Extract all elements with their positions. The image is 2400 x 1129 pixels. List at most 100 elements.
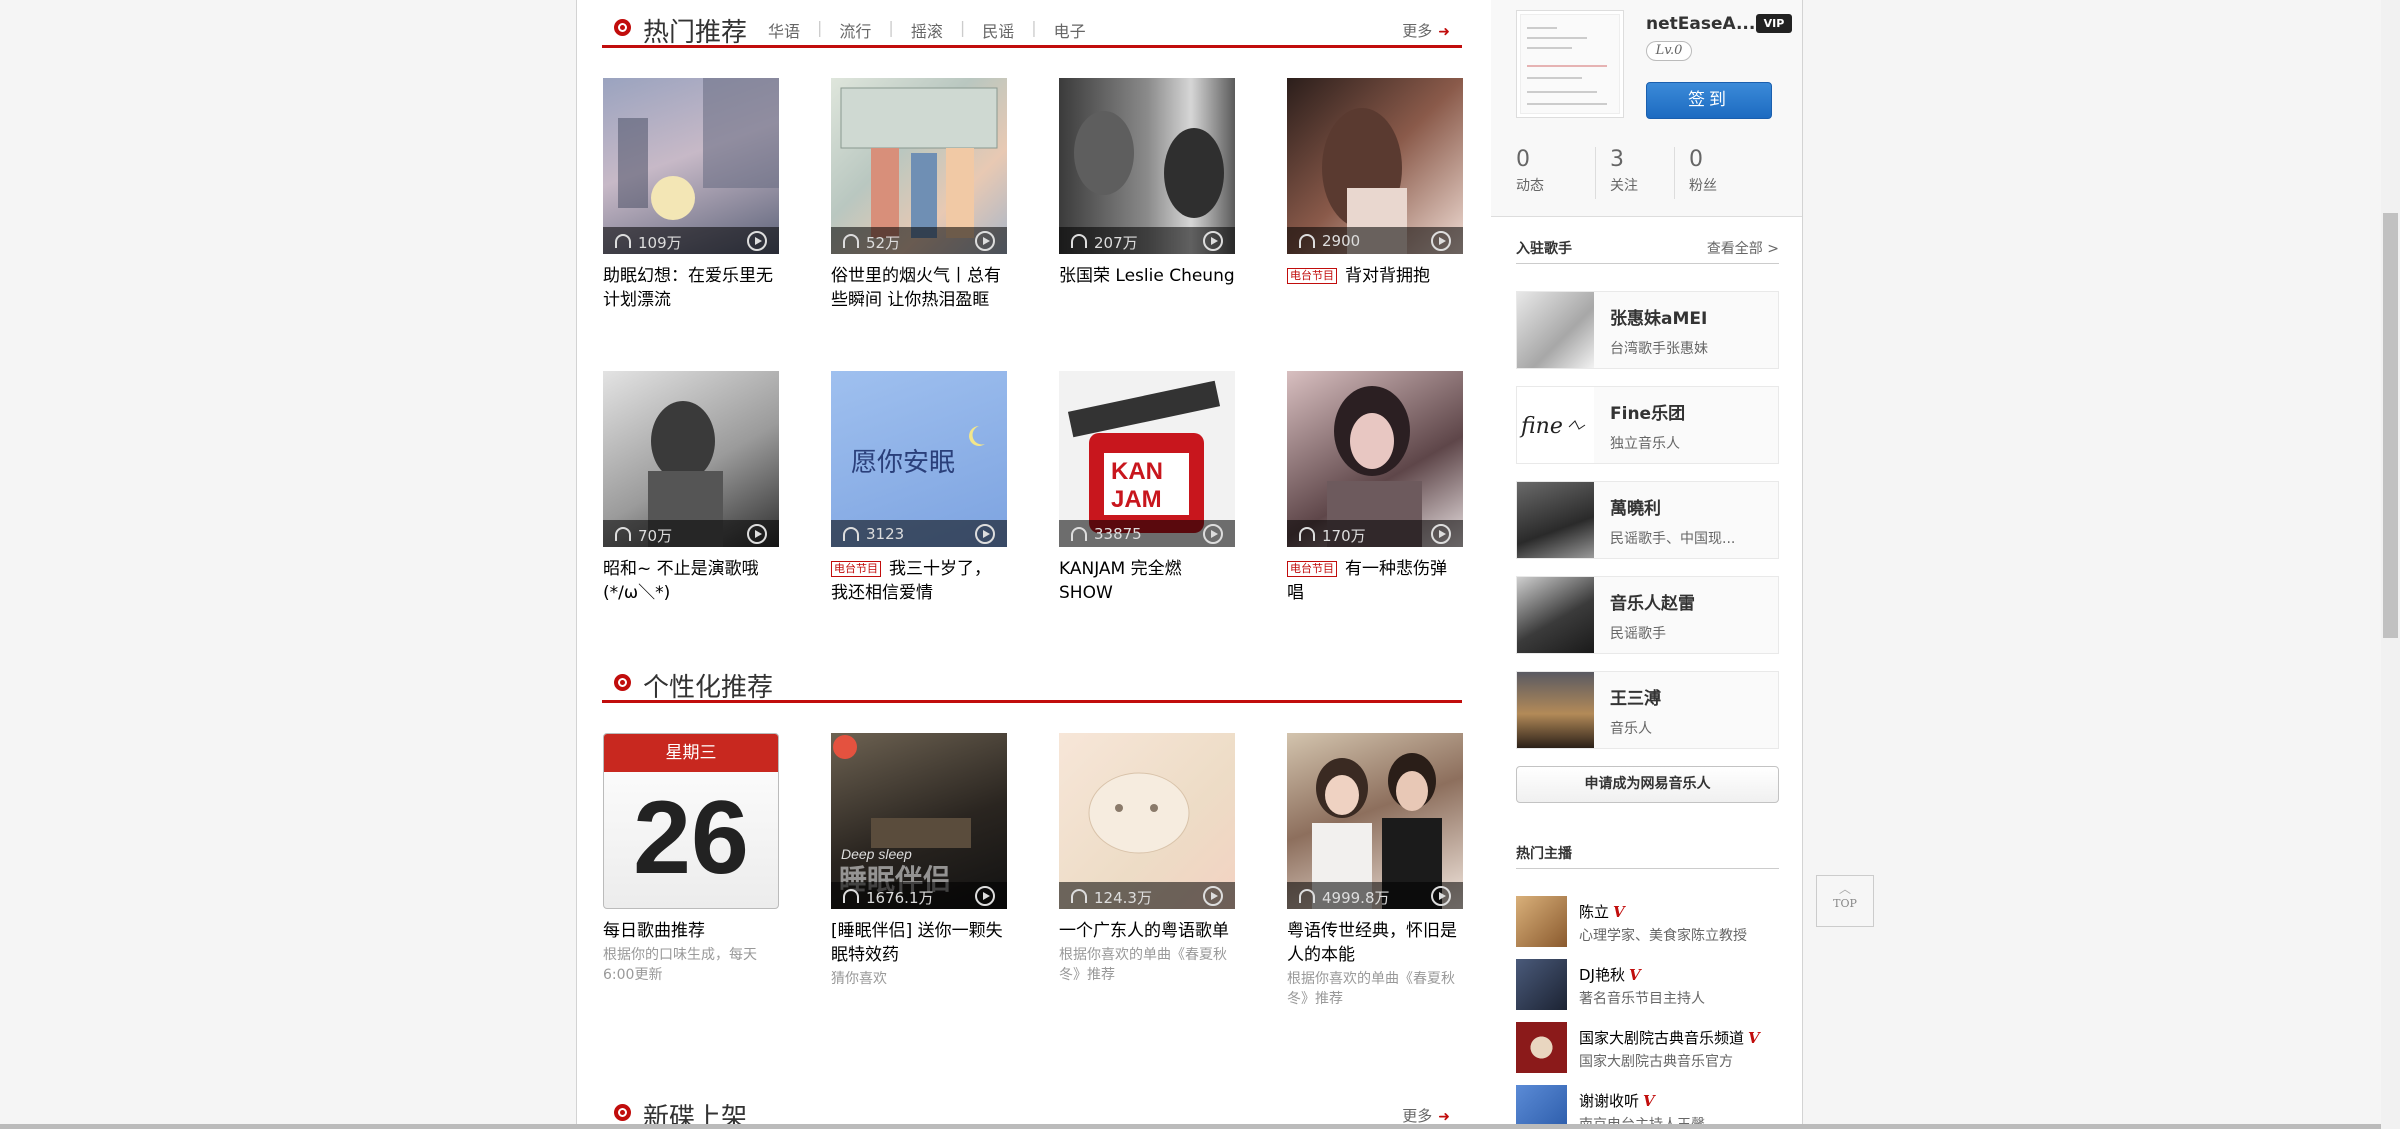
playlist-card[interactable]: 愿你安眠 3123 电台节目 我三十岁了，我还相信爱情 [831, 371, 1007, 605]
svg-text:KAN: KAN [1111, 458, 1163, 485]
stat-fans[interactable]: 0 粉丝 [1674, 147, 1753, 199]
play-icon[interactable] [1431, 231, 1451, 251]
vip-badge-icon[interactable]: VIP [1756, 14, 1792, 33]
recommend-desc: 根据你喜欢的单曲《春夏秋冬》推荐 [1059, 947, 1227, 983]
horizontal-scrollbar[interactable] [0, 1124, 2381, 1129]
play-icon[interactable] [1203, 524, 1223, 544]
tab-dianzi[interactable]: 电子 [1054, 18, 1086, 42]
recommend-name[interactable]: 粤语传世经典，怀旧是人的本能 [1287, 919, 1463, 967]
singer-item[interactable]: 张惠妹aMEI 台湾歌手张惠妹 [1516, 291, 1779, 369]
recommend-cover[interactable]: 4999.8万 [1287, 733, 1463, 909]
singer-item[interactable]: 音乐人赵雷 民谣歌手 [1516, 576, 1779, 654]
playlist-card[interactable]: 70万 昭和~ 不止是演歌哦 (*/ω＼*) [603, 371, 779, 605]
playlist-cover[interactable]: KAN JAM 33875 [1059, 371, 1235, 547]
singer-item[interactable]: fine Fine乐团 独立音乐人 [1516, 386, 1779, 464]
cover-stats-bar: 2900 [1287, 227, 1463, 254]
play-count: 33875 [1094, 525, 1142, 543]
anchor-desc: 国家大剧院古典音乐官方 [1579, 1054, 1733, 1070]
sign-in-button[interactable]: 签到 [1646, 82, 1772, 119]
playlist-name[interactable]: 昭和~ 不止是演歌哦 (*/ω＼*) [603, 557, 779, 605]
anchor-item[interactable]: DJ艳秋 V 著名音乐节目主持人 [1516, 959, 1779, 1013]
anchor-name: 国家大剧院古典音乐频道 V [1579, 1029, 1760, 1047]
anchor-item[interactable]: 国家大剧院古典音乐频道 V 国家大剧院古典音乐官方 [1516, 1022, 1779, 1076]
daily-recommend-card[interactable]: 星期三 26 每日歌曲推荐 根据你的口味生成，每天6:00更新 [603, 733, 779, 985]
playlist-name[interactable]: KANJAM 完全燃SHOW [1059, 557, 1235, 605]
stat-num: 0 [1689, 147, 1703, 172]
back-to-top-button[interactable]: ︿ TOP [1816, 875, 1874, 927]
playlist-cover[interactable]: 2900 [1287, 78, 1463, 254]
playlist-name[interactable]: 助眠幻想：在爱乐里无计划漂流 [603, 264, 779, 312]
personal-recommend-title[interactable]: 个性化推荐 [643, 667, 773, 704]
recommend-desc: 根据你喜欢的单曲《春夏秋冬》推荐 [1287, 971, 1455, 1007]
play-icon[interactable] [1431, 886, 1451, 906]
play-icon[interactable] [975, 231, 995, 251]
playlist-name[interactable]: 电台节目 背对背拥抱 [1287, 264, 1463, 288]
recommend-desc: 根据你的口味生成，每天6:00更新 [603, 947, 757, 983]
playlist-card[interactable]: 170万 电台节目 有一种悲伤弹唱 [1287, 371, 1463, 605]
playlist-card[interactable]: 207万 张国荣 Leslie Cheung [1059, 78, 1235, 288]
recommend-card[interactable]: 4999.8万 粤语传世经典，怀旧是人的本能 根据你喜欢的单曲《春夏秋冬》推荐 [1287, 733, 1463, 1009]
playlist-card[interactable]: 2900 电台节目 背对背拥抱 [1287, 78, 1463, 288]
play-count: 3123 [866, 525, 905, 543]
singer-avatar [1517, 482, 1594, 558]
tab-yaogun[interactable]: 摇滚 [911, 18, 943, 42]
play-icon[interactable] [747, 231, 767, 251]
user-level-badge[interactable]: Lv.0 [1646, 41, 1692, 61]
playlist-cover[interactable]: 109万 [603, 78, 779, 254]
playlist-name[interactable]: 电台节目 有一种悲伤弹唱 [1287, 557, 1463, 605]
playlist-cover[interactable]: 170万 [1287, 371, 1463, 547]
recommend-name[interactable]: [睡眠伴侣] 送你一颗失眠特效药 [831, 919, 1007, 967]
apply-musician-button[interactable]: 申请成为网易音乐人 [1516, 766, 1779, 803]
play-icon[interactable] [1203, 886, 1223, 906]
verified-icon: V [1643, 1092, 1655, 1110]
recommend-name[interactable]: 每日歌曲推荐 [603, 919, 779, 943]
playlist-cover[interactable]: 70万 [603, 371, 779, 547]
headphone-icon [1299, 889, 1315, 903]
radio-tag: 电台节目 [1287, 268, 1337, 284]
back-to-top-label: TOP [1833, 897, 1857, 910]
playlist-name[interactable]: 张国荣 Leslie Cheung [1059, 264, 1235, 288]
hot-recommend-title[interactable]: 热门推荐 [643, 12, 747, 49]
stat-follows[interactable]: 3 关注 [1595, 147, 1674, 199]
user-name[interactable]: netEaseA... [1646, 14, 1755, 34]
hot-recommend-header: 热门推荐 华语 | 流行 | 摇滚 | 民谣 | 电子 更多 ➜ [602, 8, 1462, 48]
tab-minyao[interactable]: 民谣 [982, 18, 1014, 42]
recommend-card[interactable]: 124.3万 一个广东人的粤语歌单 根据你喜欢的单曲《春夏秋冬》推荐 [1059, 733, 1235, 985]
scrollbar-thumb[interactable] [2383, 213, 2398, 638]
calendar-icon[interactable]: 星期三 26 [603, 733, 779, 909]
playlist-cover[interactable]: 52万 [831, 78, 1007, 254]
tab-huayu[interactable]: 华语 [768, 18, 800, 42]
singer-item[interactable]: 王三溥 音乐人 [1516, 671, 1779, 749]
playlist-name[interactable]: 电台节目 我三十岁了，我还相信爱情 [831, 557, 1007, 605]
recommend-cover[interactable]: 124.3万 [1059, 733, 1235, 909]
calendar-weekday: 星期三 [604, 734, 778, 772]
singers-view-all-link[interactable]: 查看全部 > [1707, 238, 1779, 258]
play-icon[interactable] [1203, 231, 1223, 251]
recommend-card[interactable]: Deep sleep 睡眠伴侣 1676.1万 [睡眠伴侣] 送你一颗失眠特效药… [831, 733, 1007, 989]
play-icon[interactable] [1431, 524, 1451, 544]
new-album-more-link[interactable]: 更多 ➜ [1402, 1105, 1450, 1126]
hot-more-link[interactable]: 更多 ➜ [1402, 20, 1450, 41]
play-icon[interactable] [975, 886, 995, 906]
playlist-cover[interactable]: 207万 [1059, 78, 1235, 254]
vertical-scrollbar[interactable] [2381, 0, 2400, 1129]
recommend-name[interactable]: 一个广东人的粤语歌单 [1059, 919, 1235, 943]
anchor-item[interactable]: 谢谢收听 V 南京电台主持人王馨 [1516, 1085, 1779, 1129]
anchor-item[interactable]: 陈立 V 心理学家、美食家陈立教授 [1516, 896, 1779, 950]
tab-liuxing[interactable]: 流行 [839, 18, 871, 42]
play-icon[interactable] [975, 524, 995, 544]
stat-events[interactable]: 0 动态 [1516, 147, 1595, 199]
recommend-cover[interactable]: Deep sleep 睡眠伴侣 1676.1万 [831, 733, 1007, 909]
playlist-card[interactable]: 52万 俗世里的烟火气丨总有些瞬间 让你热泪盈眶 [831, 78, 1007, 312]
cover-stats-bar: 207万 [1059, 227, 1235, 254]
singer-item[interactable]: 萬曉利 民谣歌手、中国现... [1516, 481, 1779, 559]
user-avatar[interactable] [1516, 10, 1624, 118]
playlist-card[interactable]: 109万 助眠幻想：在爱乐里无计划漂流 [603, 78, 779, 312]
playlist-cover[interactable]: 愿你安眠 3123 [831, 371, 1007, 547]
cover-stats-bar: 124.3万 [1059, 882, 1235, 909]
arrow-right-icon: ➜ [1438, 24, 1450, 40]
play-icon[interactable] [747, 524, 767, 544]
playlist-name[interactable]: 俗世里的烟火气丨总有些瞬间 让你热泪盈眶 [831, 264, 1007, 312]
playlist-card[interactable]: KAN JAM 33875 KANJAM 完全燃SHOW [1059, 371, 1235, 605]
headphone-icon [843, 234, 859, 248]
